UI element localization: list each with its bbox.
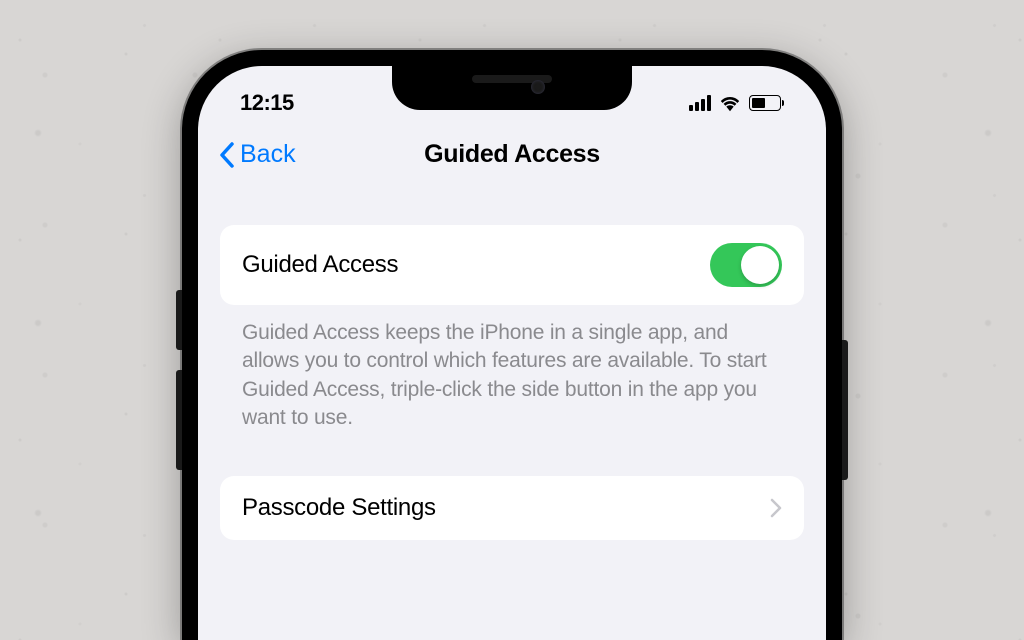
phone-frame: 12:15: [182, 50, 842, 640]
back-button-label: Back: [240, 140, 296, 169]
phone-volume-up-button: [176, 290, 182, 350]
chevron-right-icon: [770, 498, 782, 518]
wifi-icon: [719, 94, 741, 112]
phone-volume-down-button: [176, 370, 182, 470]
settings-description: Guided Access keeps the iPhone in a sing…: [220, 305, 804, 432]
cellular-signal-icon: [689, 95, 711, 111]
passcode-row-label: Passcode Settings: [242, 494, 436, 522]
phone-side-button: [842, 340, 848, 480]
toggle-knob: [741, 246, 779, 284]
status-time: 12:15: [240, 90, 294, 116]
passcode-settings-row[interactable]: Passcode Settings: [220, 476, 804, 540]
phone-screen: 12:15: [198, 66, 826, 640]
phone-front-camera: [531, 80, 545, 94]
battery-icon: [749, 95, 784, 111]
guided-access-toggle-row: Guided Access: [220, 225, 804, 305]
page-title: Guided Access: [424, 140, 600, 169]
settings-content: Guided Access Guided Access keeps the iP…: [198, 185, 826, 540]
status-icons: [689, 94, 784, 112]
chevron-left-icon: [218, 141, 236, 169]
settings-group-passcode: Passcode Settings: [220, 476, 804, 540]
settings-group-main: Guided Access: [220, 225, 804, 305]
toggle-row-label: Guided Access: [242, 251, 398, 279]
back-button[interactable]: Back: [218, 140, 296, 169]
guided-access-toggle[interactable]: [710, 243, 782, 287]
phone-notch: [392, 66, 632, 110]
navigation-bar: Back Guided Access: [198, 126, 826, 185]
